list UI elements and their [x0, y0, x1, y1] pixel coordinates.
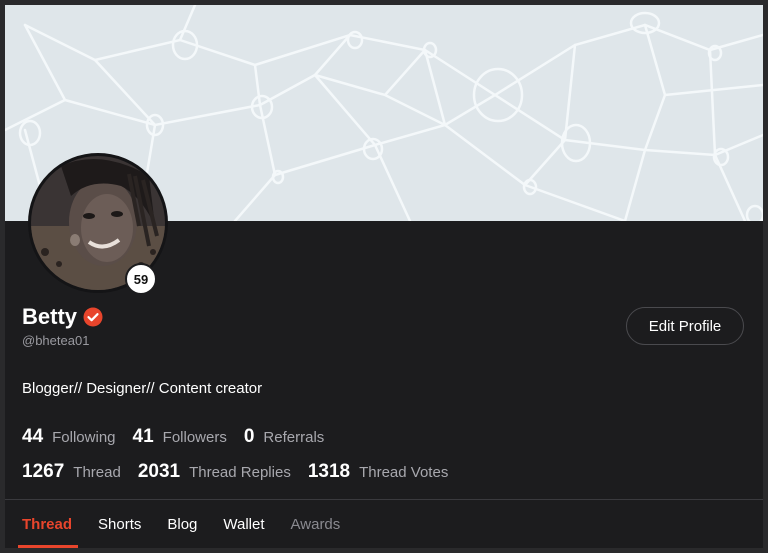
- tab-shorts[interactable]: Shorts: [98, 500, 141, 548]
- stat-value: 41: [132, 426, 154, 447]
- stat-value: 0: [243, 426, 255, 447]
- stat-following[interactable]: 44 Following: [22, 426, 116, 448]
- username-handle: @bhetea01: [22, 333, 90, 348]
- stat-value: 1267: [22, 461, 65, 482]
- stat-followers[interactable]: 41 Followers: [133, 426, 227, 448]
- profile-tabs: Thread Shorts Blog Wallet Awards: [17, 500, 366, 548]
- edit-profile-button[interactable]: Edit Profile: [626, 307, 744, 345]
- level-badge: 59: [125, 263, 157, 295]
- stat-label: Following: [52, 429, 116, 446]
- stat-value: 2031: [137, 461, 181, 482]
- display-name: Betty: [22, 304, 78, 329]
- stat-label: Thread: [73, 464, 121, 481]
- stat-thread-votes: 1318 Thread Votes: [308, 461, 449, 483]
- stat-label: Thread Replies: [189, 464, 291, 481]
- social-stats: 44 Following 41 Followers 0 Referrals: [22, 426, 341, 448]
- stat-thread: 1267 Thread: [22, 461, 121, 483]
- tab-thread[interactable]: Thread: [17, 500, 79, 548]
- tab-wallet[interactable]: Wallet: [223, 500, 264, 548]
- tab-awards[interactable]: Awards: [291, 500, 341, 548]
- stat-label: Thread Votes: [359, 464, 449, 481]
- thread-stats: 1267 Thread 2031 Thread Replies 1318 Thr…: [22, 461, 465, 483]
- stat-thread-replies: 2031 Thread Replies: [138, 461, 291, 483]
- tab-blog[interactable]: Blog: [167, 500, 197, 548]
- name-row: Betty: [22, 304, 103, 330]
- stat-value: 44: [22, 426, 44, 447]
- stat-label: Followers: [162, 429, 227, 446]
- stat-value: 1318: [307, 461, 351, 482]
- verified-check-icon: [83, 307, 103, 327]
- profile-page: 59 Betty @bhetea01 Edit Profile Blogger/…: [0, 0, 768, 553]
- stat-label: Referrals: [263, 429, 325, 446]
- stat-referrals[interactable]: 0 Referrals: [244, 426, 324, 448]
- bio-text: Blogger// Designer// Content creator: [22, 380, 263, 397]
